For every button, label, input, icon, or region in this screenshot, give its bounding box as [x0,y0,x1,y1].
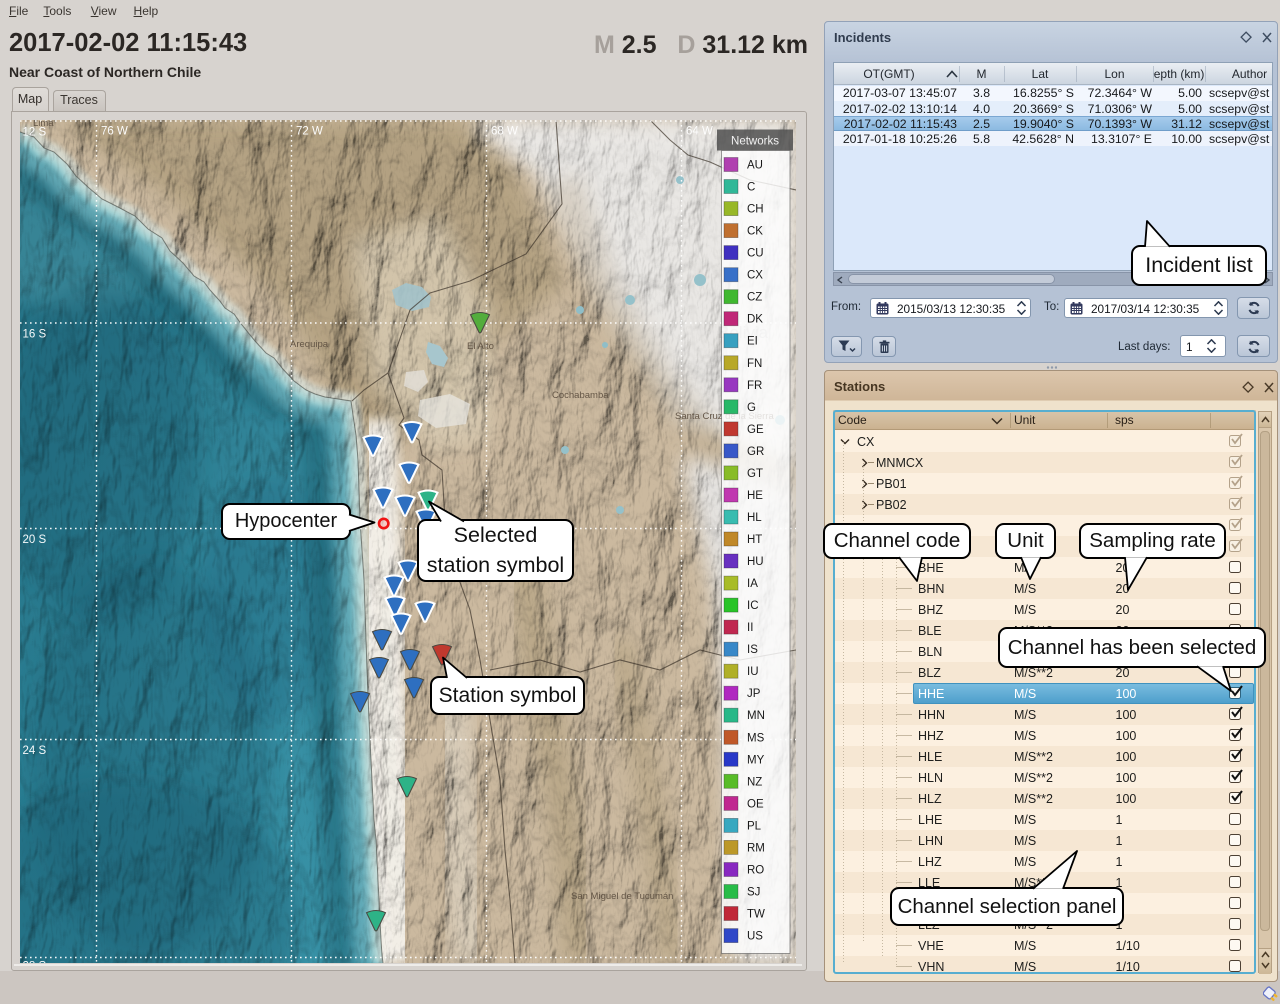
svg-text:MY: MY [747,754,765,766]
svg-text:HT: HT [747,534,762,546]
svg-text:CU: CU [747,247,764,259]
svg-text:IC: IC [747,600,759,612]
svg-text:II: II [747,622,753,634]
svg-text:64 W: 64 W [686,125,713,137]
svg-text:68 W: 68 W [491,125,518,137]
svg-text:NZ: NZ [747,776,762,788]
svg-text:Lima: Lima [33,120,54,129]
svg-text:CX: CX [747,269,763,281]
svg-text:OE: OE [747,798,764,810]
svg-text:CZ: CZ [747,291,762,303]
svg-text:El Alto: El Alto [467,341,494,352]
svg-text:IA: IA [747,578,758,590]
svg-text:CH: CH [747,203,764,215]
svg-text:76 W: 76 W [101,125,128,137]
svg-text:IU: IU [747,666,759,678]
svg-text:US: US [747,930,763,942]
svg-text:20 S: 20 S [23,534,47,546]
svg-text:Cochabamba: Cochabamba [552,390,609,401]
svg-text:DK: DK [747,313,763,325]
svg-text:Arequipa: Arequipa [290,339,329,350]
svg-text:FR: FR [747,379,762,391]
svg-text:16 S: 16 S [23,328,47,340]
svg-text:TW: TW [747,908,765,920]
svg-text:AU: AU [747,159,763,171]
svg-text:EI: EI [747,335,758,347]
svg-text:HL: HL [747,512,762,524]
svg-text:MN: MN [747,710,765,722]
svg-text:GE: GE [747,423,764,435]
svg-text:CK: CK [747,225,763,237]
svg-text:San Miguel de Tucumán: San Miguel de Tucumán [571,891,673,902]
svg-text:GR: GR [747,445,764,457]
svg-text:SJ: SJ [747,886,760,898]
svg-text:IS: IS [747,644,758,656]
svg-text:HU: HU [747,556,764,568]
svg-text:72 W: 72 W [296,125,323,137]
svg-text:28 S: 28 S [23,960,47,963]
svg-text:C: C [747,181,755,193]
svg-text:PL: PL [747,820,762,832]
svg-text:24 S: 24 S [23,745,47,757]
svg-text:G: G [747,401,756,413]
svg-text:FN: FN [747,357,762,369]
svg-text:Networks: Networks [731,135,779,147]
svg-text:RM: RM [747,842,765,854]
svg-text:GT: GT [747,467,763,479]
svg-text:MS: MS [747,732,765,744]
svg-text:HE: HE [747,490,763,502]
svg-text:JP: JP [747,688,761,700]
svg-text:RO: RO [747,864,764,876]
